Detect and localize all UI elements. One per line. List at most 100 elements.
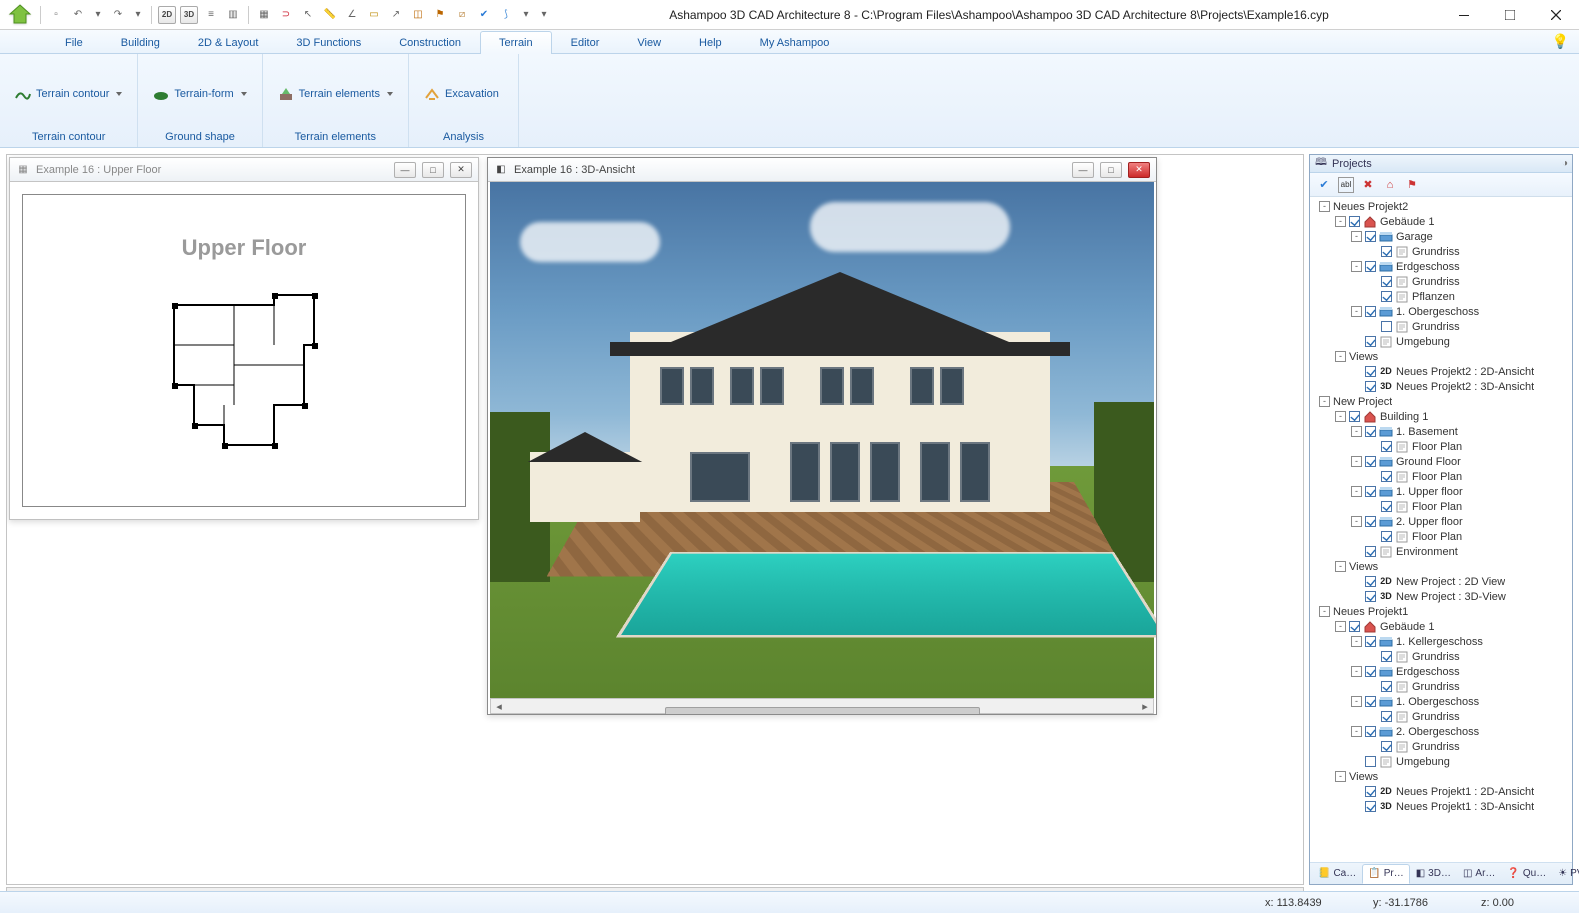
tree-row[interactable]: Umgebung — [1310, 334, 1572, 349]
projects-panel-title[interactable]: 🕮 Projects ◑ — [1310, 155, 1572, 173]
checkbox[interactable] — [1365, 801, 1376, 812]
checkbox[interactable] — [1365, 261, 1376, 272]
checkbox[interactable] — [1365, 726, 1376, 737]
view-2d-window[interactable]: ▦ Example 16 : Upper Floor — □ ✕ Upper F… — [9, 157, 479, 520]
tree-row[interactable]: 3DNeues Projekt2 : 3D-Ansicht — [1310, 379, 1572, 394]
view-3d-body[interactable]: ◂ ▸ — [488, 182, 1156, 714]
redo-caret-icon[interactable]: ▾ — [131, 6, 145, 24]
checkbox[interactable] — [1365, 696, 1376, 707]
checkbox[interactable] — [1381, 291, 1392, 302]
tree-row[interactable]: Grundriss — [1310, 739, 1572, 754]
checkbox[interactable] — [1349, 216, 1360, 227]
checkbox[interactable] — [1365, 486, 1376, 497]
tree-row[interactable]: Floor Plan — [1310, 469, 1572, 484]
menu-help[interactable]: Help — [680, 31, 741, 54]
scroll-left-icon[interactable]: ◂ — [491, 700, 507, 713]
checkbox[interactable] — [1365, 576, 1376, 587]
close-button[interactable]: ✕ — [1128, 162, 1150, 178]
grid-icon[interactable]: ▦ — [255, 6, 273, 24]
select-icon[interactable]: ▭ — [365, 6, 383, 24]
checkbox[interactable] — [1365, 786, 1376, 797]
pointer-icon[interactable]: ↗ — [387, 6, 405, 24]
tree-row[interactable]: -Neues Projekt2 — [1310, 199, 1572, 214]
checkbox[interactable] — [1381, 246, 1392, 257]
checkbox[interactable] — [1365, 336, 1376, 347]
checkbox[interactable] — [1381, 651, 1392, 662]
expander-icon[interactable]: - — [1351, 261, 1362, 272]
menu-view[interactable]: View — [618, 31, 680, 54]
menu-building[interactable]: Building — [102, 31, 179, 54]
tree-row[interactable]: -Views — [1310, 559, 1572, 574]
toggle-3d-button[interactable]: 3D — [180, 6, 198, 24]
ribbon-terrain-contour-button[interactable]: Terrain contour — [8, 58, 129, 129]
checkbox[interactable] — [1365, 546, 1376, 557]
tree-row[interactable]: -Views — [1310, 769, 1572, 784]
tree-row[interactable]: -Ground Floor — [1310, 454, 1572, 469]
expander-icon[interactable]: - — [1319, 606, 1330, 617]
tree-row[interactable]: -1. Obergeschoss — [1310, 694, 1572, 709]
tree-row[interactable]: -Erdgeschoss — [1310, 259, 1572, 274]
minimize-button[interactable] — [1441, 0, 1487, 30]
tree-row[interactable]: 2DNeues Projekt2 : 2D-Ansicht — [1310, 364, 1572, 379]
checkbox[interactable] — [1381, 711, 1392, 722]
tree-row[interactable]: 3DNeues Projekt1 : 3D-Ansicht — [1310, 799, 1572, 814]
tree-row[interactable]: -1. Obergeschoss — [1310, 304, 1572, 319]
menu-3d-functions[interactable]: 3D Functions — [277, 31, 380, 54]
menu-file[interactable]: File — [46, 31, 102, 54]
tree-row[interactable]: 2DNew Project : 2D View — [1310, 574, 1572, 589]
tree-row[interactable]: Floor Plan — [1310, 499, 1572, 514]
checkbox[interactable] — [1381, 531, 1392, 542]
pin-icon[interactable]: ◑ — [1562, 158, 1568, 169]
grid-cols-icon[interactable]: ▥ — [224, 6, 242, 24]
expander-icon[interactable]: - — [1335, 351, 1346, 362]
expander-icon[interactable]: - — [1335, 216, 1346, 227]
tree-row[interactable]: -1. Basement — [1310, 424, 1572, 439]
tree-row[interactable]: -New Project — [1310, 394, 1572, 409]
checkbox[interactable] — [1365, 426, 1376, 437]
tree-row[interactable]: -Garage — [1310, 229, 1572, 244]
house-icon[interactable]: ⌂ — [1382, 177, 1398, 193]
view-2d-titlebar[interactable]: ▦ Example 16 : Upper Floor — □ ✕ — [10, 158, 478, 182]
tree-row[interactable]: -Views — [1310, 349, 1572, 364]
tree-row[interactable]: -Neues Projekt1 — [1310, 604, 1572, 619]
tree-row[interactable]: -Gebäude 1 — [1310, 619, 1572, 634]
panel-tab-2[interactable]: ◧3D… — [1410, 864, 1457, 884]
tree-row[interactable]: Floor Plan — [1310, 439, 1572, 454]
tree-row[interactable]: -1. Kellergeschoss — [1310, 634, 1572, 649]
checkbox[interactable] — [1365, 456, 1376, 467]
tree-row[interactable]: Grundriss — [1310, 244, 1572, 259]
tree-row[interactable]: -Gebäude 1 — [1310, 214, 1572, 229]
tree-row[interactable]: Grundriss — [1310, 649, 1572, 664]
measure-icon[interactable]: 📏 — [321, 6, 339, 24]
menu-construction[interactable]: Construction — [380, 31, 480, 54]
view-2d-body[interactable]: Upper Floor — [10, 182, 478, 519]
tree-row[interactable]: Umgebung — [1310, 754, 1572, 769]
expander-icon[interactable]: - — [1319, 396, 1330, 407]
qat-overflow-icon[interactable]: ▾ — [537, 6, 551, 24]
ribbon-excavation-button[interactable]: Excavation — [417, 58, 506, 129]
undo-caret-icon[interactable]: ▾ — [91, 6, 105, 24]
panel-tab-3[interactable]: ◫Ar… — [1457, 864, 1501, 884]
panel-tab-4[interactable]: ❓Qu… — [1501, 864, 1552, 884]
delete-icon[interactable]: ✖ — [1360, 177, 1376, 193]
panel-tab-0[interactable]: 📒Ca… — [1312, 864, 1362, 884]
tree-row[interactable]: Grundriss — [1310, 319, 1572, 334]
new-icon[interactable]: ▫ — [47, 6, 65, 24]
check-icon[interactable]: ✔ — [475, 6, 493, 24]
checkbox[interactable] — [1349, 411, 1360, 422]
checkbox[interactable] — [1381, 321, 1392, 332]
checkbox[interactable] — [1381, 441, 1392, 452]
tree-row[interactable]: Grundriss — [1310, 709, 1572, 724]
scroll-right-icon[interactable]: ▸ — [1137, 700, 1153, 713]
tree-row[interactable]: Floor Plan — [1310, 529, 1572, 544]
projects-tree[interactable]: -Neues Projekt2-Gebäude 1-GarageGrundris… — [1310, 197, 1572, 862]
maximize-button[interactable] — [1487, 0, 1533, 30]
menu-editor[interactable]: Editor — [552, 31, 619, 54]
checkbox[interactable] — [1365, 516, 1376, 527]
tree-row[interactable]: -2. Obergeschoss — [1310, 724, 1572, 739]
check-icon[interactable]: ✔ — [1316, 177, 1332, 193]
flag-icon[interactable]: ⚑ — [431, 6, 449, 24]
expander-icon[interactable]: - — [1351, 456, 1362, 467]
rename-icon[interactable]: abl — [1338, 177, 1354, 193]
checkbox[interactable] — [1365, 231, 1376, 242]
